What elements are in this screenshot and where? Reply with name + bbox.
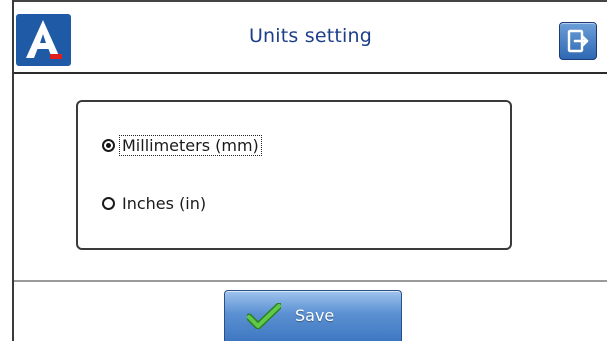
radio-button-inches[interactable] [102, 197, 115, 210]
radio-option-millimeters[interactable]: Millimeters (mm) [102, 135, 262, 156]
exit-button[interactable] [559, 22, 597, 60]
units-setting-window: Units setting Millimeters (mm) Inches (i… [12, 0, 607, 341]
radio-option-inches[interactable]: Inches (in) [102, 194, 208, 213]
page-title: Units setting [248, 25, 373, 47]
radio-button-millimeters[interactable] [102, 139, 115, 152]
footer-divider [14, 280, 607, 282]
checkmark-icon [247, 303, 281, 329]
radio-label-inches: Inches (in) [122, 194, 207, 213]
exit-door-icon [567, 29, 589, 53]
units-options-group: Millimeters (mm) Inches (in) [76, 100, 512, 250]
save-button-label: Save [295, 306, 335, 325]
radio-label-millimeters: Millimeters (mm) [119, 135, 262, 156]
save-button[interactable]: Save [224, 290, 402, 341]
title-bar: Units setting [14, 0, 607, 74]
